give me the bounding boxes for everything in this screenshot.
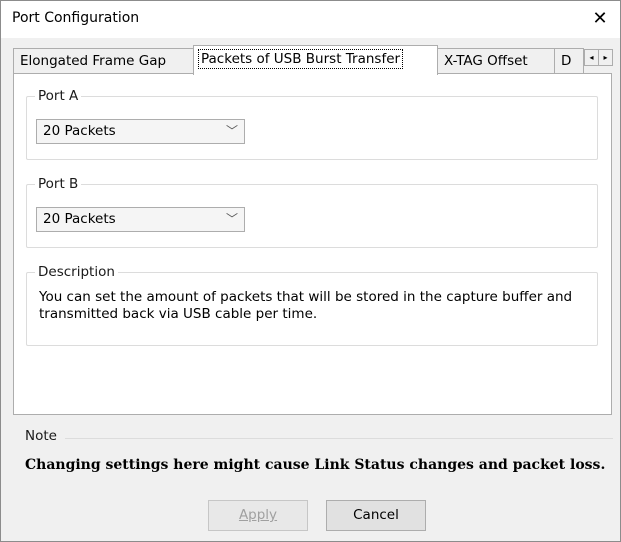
description-title: Description bbox=[35, 263, 118, 281]
tab-scroll-left-button[interactable]: ◂ bbox=[584, 49, 599, 66]
tab-label: Packets of USB Burst Transfer bbox=[198, 49, 404, 69]
cancel-label: Cancel bbox=[353, 507, 399, 523]
chevron-down-icon: ﹀ bbox=[225, 124, 238, 138]
cancel-button[interactable]: Cancel bbox=[326, 500, 426, 531]
tab-label: X-TAG Offset bbox=[444, 53, 528, 69]
port-b-selected-value: 20 Packets bbox=[43, 211, 116, 227]
caret-left-icon: ◂ bbox=[589, 53, 594, 62]
port-a-title: Port A bbox=[35, 87, 82, 105]
port-b-group: Port B 20 Packets ﹀ bbox=[26, 175, 598, 248]
description-group: Description You can set the amount of pa… bbox=[26, 263, 598, 346]
tab-panel: Port A 20 Packets ﹀ Port B 20 Packets ﹀ … bbox=[13, 73, 612, 415]
note-divider bbox=[65, 438, 613, 439]
note-text: Changing settings here might cause Link … bbox=[25, 457, 606, 473]
caret-right-icon: ▸ bbox=[603, 53, 608, 62]
port-a-selected-value: 20 Packets bbox=[43, 123, 116, 139]
note-title: Note bbox=[25, 428, 57, 444]
apply-label: Apply bbox=[238, 507, 278, 523]
tab-elongated-frame-gap[interactable]: Elongated Frame Gap bbox=[13, 48, 194, 73]
tab-packets-of-usb-burst-transfer[interactable]: Packets of USB Burst Transfer bbox=[193, 45, 438, 75]
tab-scroll-right-button[interactable]: ▸ bbox=[598, 49, 613, 66]
tab-label: Elongated Frame Gap bbox=[20, 53, 167, 69]
tab-d[interactable]: D bbox=[554, 48, 584, 73]
description-text: You can set the amount of packets that w… bbox=[39, 289, 573, 322]
chevron-down-icon: ﹀ bbox=[225, 212, 238, 226]
port-a-group: Port A 20 Packets ﹀ bbox=[26, 87, 598, 160]
port-a-packets-select[interactable]: 20 Packets ﹀ bbox=[36, 119, 245, 144]
port-b-title: Port B bbox=[35, 175, 82, 193]
tab-strip: Elongated Frame Gap Packets of USB Burst… bbox=[13, 45, 613, 75]
title-bar: Port Configuration ✕ bbox=[1, 1, 620, 38]
port-b-packets-select[interactable]: 20 Packets ﹀ bbox=[36, 207, 245, 232]
apply-button[interactable]: Apply bbox=[208, 500, 308, 531]
window-title: Port Configuration bbox=[12, 10, 140, 26]
tab-x-tag-offset[interactable]: X-TAG Offset bbox=[437, 48, 555, 73]
port-configuration-window: Port Configuration ✕ Elongated Frame Gap… bbox=[0, 0, 621, 542]
close-icon: ✕ bbox=[592, 8, 608, 29]
close-button[interactable]: ✕ bbox=[586, 5, 614, 33]
tab-label: D bbox=[561, 53, 572, 69]
